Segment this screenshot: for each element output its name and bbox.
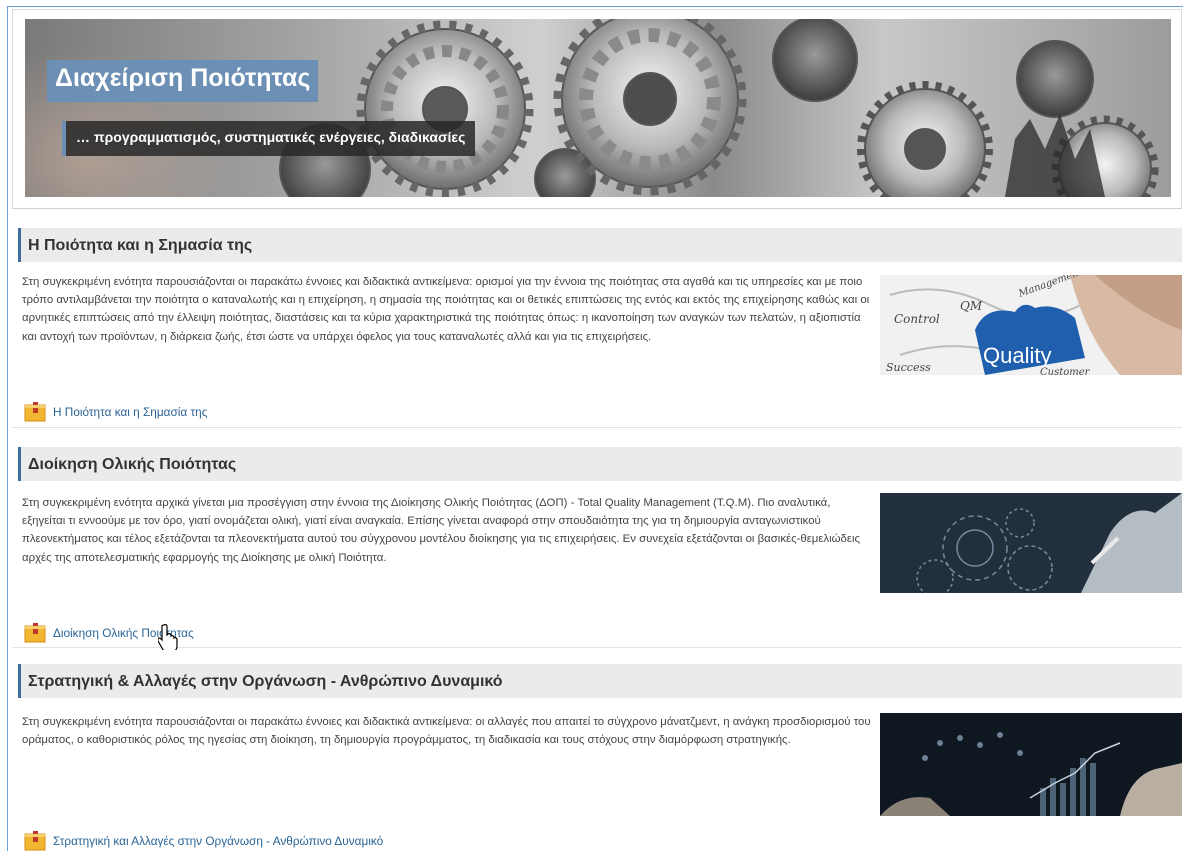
- section-heading: Η Ποιότητα και η Σημασία της: [18, 228, 1182, 262]
- book-icon: [24, 623, 46, 643]
- book-icon: [24, 402, 46, 422]
- tqm-gears-image: [880, 493, 1182, 593]
- section-quality-importance: Η Ποιότητα και η Σημασία της Στη συγκεκρ…: [12, 228, 1182, 428]
- section-total-quality-management: Διοίκηση Ολικής Ποιότητας Στη συγκεκριμέ…: [12, 447, 1182, 647]
- book-icon: [24, 831, 46, 851]
- banner-image: Διαχείριση Ποιότητας … προγραμματισμός, …: [25, 19, 1171, 197]
- section-heading: Διοίκηση Ολικής Ποιότητας: [18, 447, 1182, 481]
- section-description: Στη συγκεκριμένη ενότητα αρχικά γίνεται …: [22, 497, 860, 564]
- link-label[interactable]: Η Ποιότητα και η Σημασία της: [53, 405, 207, 419]
- link-label[interactable]: Στρατηγική και Αλλαγές στην Οργάνωση - Α…: [53, 834, 383, 848]
- section-strategy-change: Στρατηγική & Αλλαγές στην Οργάνωση - Ανθ…: [12, 664, 1182, 851]
- quality-puzzle-image: Control QM Management Quality Success Cu…: [880, 275, 1182, 375]
- gears-illustration: [279, 19, 1159, 197]
- image-word-control: Control: [894, 312, 940, 326]
- link-strategy-change[interactable]: Στρατηγική και Αλλαγές στην Οργάνωση - Α…: [24, 830, 383, 851]
- banner-subtitle: … προγραμματισμός, συστηματικές ενέργειε…: [62, 121, 476, 156]
- divider: [12, 427, 1182, 428]
- banner-container: Διαχείριση Ποιότητας … προγραμματισμός, …: [12, 9, 1182, 209]
- link-quality-importance[interactable]: Η Ποιότητα και η Σημασία της: [24, 401, 207, 423]
- section-heading: Στρατηγική & Αλλαγές στην Οργάνωση - Ανθ…: [18, 664, 1182, 698]
- hand-cursor-icon: [157, 624, 178, 653]
- image-word-customer: Customer: [1040, 367, 1091, 375]
- section-description: Στη συγκεκριμένη ενότητα παρουσιάζονται …: [22, 276, 870, 343]
- page-frame: Διαχείριση Ποιότητας … προγραμματισμός, …: [7, 6, 1183, 851]
- section-description: Στη συγκεκριμένη ενότητα παρουσιάζονται …: [22, 716, 871, 747]
- divider: [12, 647, 1182, 648]
- image-word-quality: Quality: [983, 343, 1051, 368]
- banner-title: Διαχείριση Ποιότητας: [47, 60, 319, 102]
- image-word-qm: QM: [960, 299, 983, 313]
- strategy-chart-image: [880, 713, 1182, 816]
- image-word-success: Success: [886, 361, 931, 374]
